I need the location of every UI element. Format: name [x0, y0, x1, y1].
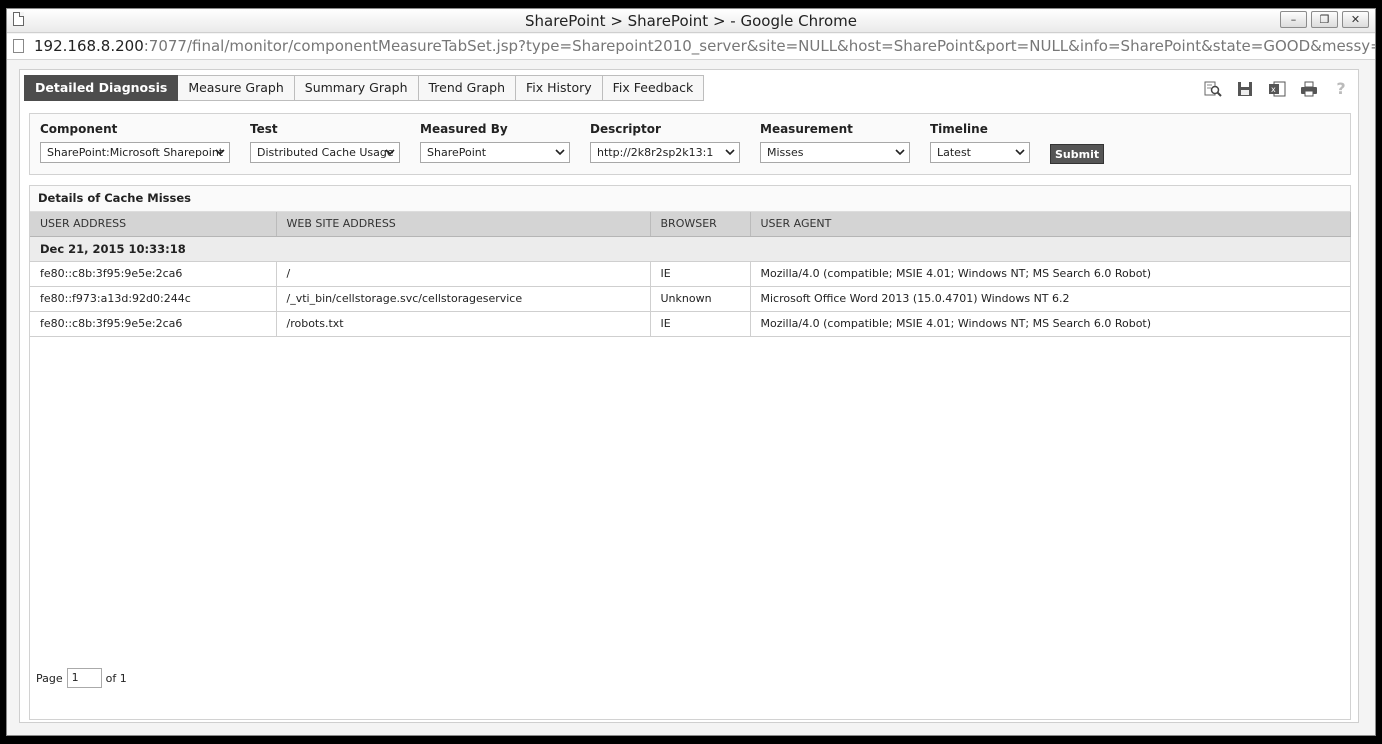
save-icon[interactable] — [1236, 80, 1254, 98]
details-table: USER ADDRESS WEB SITE ADDRESS BROWSER US… — [30, 212, 1351, 337]
test-filter: Test Distributed Cache Usage — [250, 122, 400, 163]
minimize-button[interactable]: – — [1280, 11, 1307, 28]
toolbar: x ? — [1204, 80, 1350, 98]
chevron-down-icon — [1015, 149, 1025, 156]
group-row: Dec 21, 2015 10:33:18 — [30, 236, 1351, 262]
title-bar: SharePoint > SharePoint > - Google Chrom… — [7, 9, 1375, 33]
cell-browser: Unknown — [650, 286, 751, 312]
address-path: :7077/final/monitor/componentMeasureTabS… — [143, 37, 1375, 55]
table-row: fe80::c8b:3f95:9e5e:2ca6 / IE Mozilla/4.… — [30, 261, 1351, 287]
help-icon[interactable]: ? — [1332, 80, 1350, 98]
page-label: Page — [36, 671, 63, 685]
descriptor-filter: Descriptor http://2k8r2sp2k13:1 — [590, 122, 740, 163]
tab-detailed-diagnosis[interactable]: Detailed Diagnosis — [24, 75, 179, 101]
monitor-panel: Detailed Diagnosis Measure Graph Summary… — [19, 69, 1359, 723]
submit-button[interactable]: Submit — [1050, 144, 1105, 164]
measurement-label: Measurement — [760, 122, 853, 136]
test-select[interactable]: Distributed Cache Usage — [250, 142, 400, 163]
measured-by-label: Measured By — [420, 122, 508, 136]
group-timestamp: Dec 21, 2015 10:33:18 — [30, 236, 1351, 262]
print-icon[interactable] — [1300, 80, 1318, 98]
measurement-filter: Measurement Misses — [760, 122, 910, 163]
column-header-user-agent[interactable]: USER AGENT — [750, 212, 1351, 237]
filter-bar: Component SharePoint:Microsoft Sharepoin… — [29, 113, 1351, 175]
zoom-icon[interactable] — [1204, 80, 1222, 98]
chevron-down-icon — [385, 149, 395, 156]
column-header-web-site-address[interactable]: WEB SITE ADDRESS — [276, 212, 651, 237]
timeline-select[interactable]: Latest — [930, 142, 1030, 163]
cell-web-site-address: / — [276, 261, 651, 287]
component-select[interactable]: SharePoint:Microsoft Sharepoint — [40, 142, 230, 163]
address-host: 192.168.8.200 — [34, 37, 144, 55]
browser-window: SharePoint > SharePoint > - Google Chrom… — [6, 8, 1376, 736]
tab-fix-history[interactable]: Fix History — [516, 75, 603, 101]
table-row: fe80::f973:a13d:92d0:244c /_vti_bin/cell… — [30, 286, 1351, 312]
chevron-down-icon — [725, 149, 735, 156]
page-icon — [13, 39, 24, 53]
timeline-value: Latest — [937, 146, 971, 159]
address-url[interactable]: 192.168.8.200:7077/final/monitor/compone… — [34, 37, 1375, 55]
page-input[interactable]: 1 — [66, 668, 102, 688]
chevron-down-icon — [555, 149, 565, 156]
measured-by-filter: Measured By SharePoint — [420, 122, 570, 163]
component-value: SharePoint:Microsoft Sharepoint — [47, 146, 224, 159]
details-title: Details of Cache Misses — [30, 186, 1350, 212]
component-label: Component — [40, 122, 118, 136]
tab-measure-graph[interactable]: Measure Graph — [178, 75, 295, 101]
component-filter: Component SharePoint:Microsoft Sharepoin… — [40, 122, 230, 163]
descriptor-label: Descriptor — [590, 122, 661, 136]
pager: Page 1 of 1 — [36, 668, 127, 688]
restore-button[interactable]: ❐ — [1311, 11, 1338, 28]
cell-user-address: fe80::f973:a13d:92d0:244c — [30, 286, 277, 312]
chevron-down-icon — [215, 149, 225, 156]
chevron-down-icon — [895, 149, 905, 156]
cell-user-agent: Mozilla/4.0 (compatible; MSIE 4.01; Wind… — [750, 311, 1351, 337]
close-button[interactable]: ✕ — [1342, 11, 1369, 28]
cell-user-address: fe80::c8b:3f95:9e5e:2ca6 — [30, 261, 277, 287]
page-count: of 1 — [105, 671, 127, 685]
descriptor-value: http://2k8r2sp2k13:1 — [597, 146, 714, 159]
tab-trend-graph[interactable]: Trend Graph — [418, 75, 517, 101]
measurement-value: Misses — [767, 146, 804, 159]
cell-web-site-address: /_vti_bin/cellstorage.svc/cellstorageser… — [276, 286, 651, 312]
descriptor-select[interactable]: http://2k8r2sp2k13:1 — [590, 142, 740, 163]
column-header-user-address[interactable]: USER ADDRESS — [30, 212, 277, 237]
test-label: Test — [250, 122, 278, 136]
column-header-browser[interactable]: BROWSER — [650, 212, 751, 237]
excel-icon[interactable]: x — [1268, 80, 1286, 98]
test-value: Distributed Cache Usage — [257, 146, 394, 159]
details-panel: Details of Cache Misses USER ADDRESS WEB… — [29, 185, 1351, 720]
table-row: fe80::c8b:3f95:9e5e:2ca6 /robots.txt IE … — [30, 311, 1351, 337]
svg-text:x: x — [1271, 85, 1276, 94]
cell-user-agent: Mozilla/4.0 (compatible; MSIE 4.01; Wind… — [750, 261, 1351, 287]
measurement-select[interactable]: Misses — [760, 142, 910, 163]
tab-summary-graph[interactable]: Summary Graph — [294, 75, 419, 101]
timeline-label: Timeline — [930, 122, 988, 136]
tab-fix-feedback[interactable]: Fix Feedback — [602, 75, 705, 101]
cell-web-site-address: /robots.txt — [276, 311, 651, 337]
cell-user-address: fe80::c8b:3f95:9e5e:2ca6 — [30, 311, 277, 337]
address-bar[interactable]: 192.168.8.200:7077/final/monitor/compone… — [7, 34, 1375, 60]
measured-by-value: SharePoint — [427, 146, 487, 159]
window-title: SharePoint > SharePoint > - Google Chrom… — [525, 12, 857, 30]
timeline-filter: Timeline Latest — [930, 122, 1030, 163]
measured-by-select[interactable]: SharePoint — [420, 142, 570, 163]
cell-user-agent: Microsoft Office Word 2013 (15.0.4701) W… — [750, 286, 1351, 312]
tab-bar: Detailed Diagnosis Measure Graph Summary… — [24, 75, 705, 101]
cell-browser: IE — [650, 261, 751, 287]
cell-browser: IE — [650, 311, 751, 337]
